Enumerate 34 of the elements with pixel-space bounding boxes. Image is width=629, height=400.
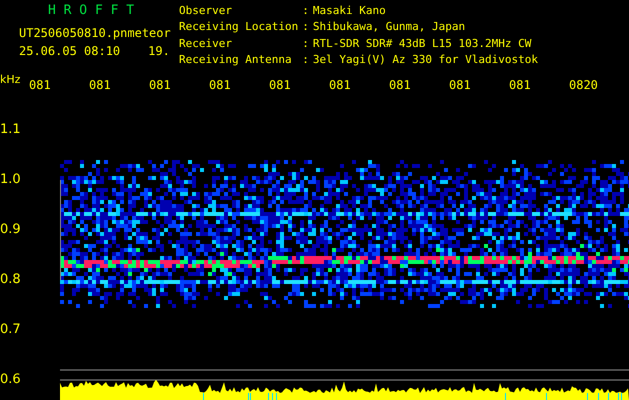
info-label: Receiving Location (179, 21, 298, 36)
frequency-label: 1.0 (0, 174, 21, 186)
file-name: UT2506050810.pn (19, 27, 128, 39)
time-label: 081 (329, 79, 352, 91)
time-label: 081 (389, 79, 412, 91)
mode-label: meteor (127, 27, 171, 39)
time-label: 081 (149, 79, 172, 91)
info-label: Observer (179, 5, 233, 19)
unit-label: kHz (0, 74, 22, 86)
time-label: 081 (89, 79, 112, 91)
time-label: 081 (449, 79, 472, 91)
time-label: 081 (209, 79, 232, 91)
info-value: 3el Yagi(V) Az 330 for Vladivostok (312, 54, 538, 68)
info-label: Receiver (179, 38, 233, 52)
time-label: 081 (29, 79, 52, 91)
info-label: Receiving Antenna (179, 54, 293, 68)
time-label: 081 (509, 79, 532, 91)
app-title: H R O F F T (47, 5, 136, 20)
info-value: Masaki Kano (312, 5, 387, 19)
info-separator: : (302, 54, 309, 68)
info-separator: : (302, 21, 309, 36)
frequency-label: 0.6 (0, 374, 21, 386)
info-value: RTL-SDR SDR# 43dB L15 103.2MHz CW (312, 38, 532, 52)
info-separator: : (302, 5, 309, 19)
frequency-label: 0.9 (0, 224, 21, 236)
frequency-label: 0.7 (0, 324, 21, 336)
info-value: Shibukawa, Gunma, Japan (312, 21, 466, 36)
frequency-label: 1.1 (0, 124, 21, 136)
time-label: 081 (269, 79, 292, 91)
timestamp: 25.06.05 08:10 (19, 45, 120, 57)
count-value: 19. (148, 45, 170, 57)
frequency-label: 0.8 (0, 274, 21, 286)
info-separator: : (302, 38, 309, 52)
time-label: 0820 (569, 79, 599, 91)
